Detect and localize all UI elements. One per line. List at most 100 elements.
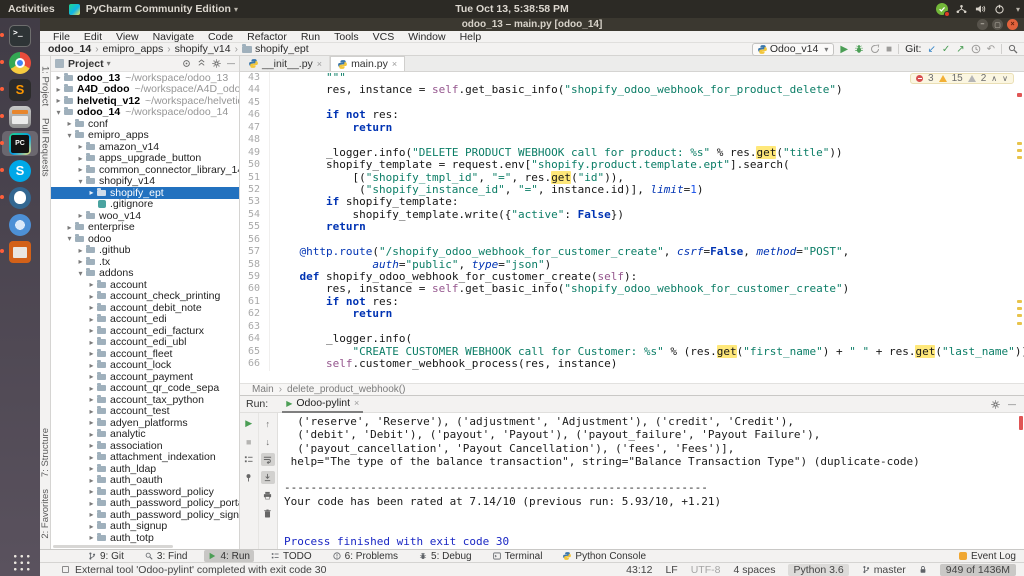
app-menu-button[interactable]: PyCharm Community Edition <box>86 3 231 15</box>
collapse-all-icon[interactable] <box>197 59 206 68</box>
locate-file-icon[interactable] <box>182 59 191 68</box>
breadcrumb-item-odoo-14[interactable]: odoo_14 <box>48 43 91 55</box>
dock-item-libreoffice[interactable] <box>2 239 38 264</box>
tree-item-auth-password-policy-portal[interactable]: ▸auth_password_policy_portal <box>51 498 239 510</box>
tree-item-auth-ldap[interactable]: ▸auth_ldap <box>51 463 239 475</box>
tree-item-auth-password-policy[interactable]: ▸auth_password_policy <box>51 486 239 498</box>
status-lf[interactable]: LF <box>665 564 677 576</box>
breadcrumb-item-shopify-v14[interactable]: shopify_v14 <box>175 43 231 55</box>
status-lock[interactable] <box>919 565 927 574</box>
menu-view[interactable]: View <box>109 31 146 43</box>
toolwindow-button-todo[interactable]: TODO <box>267 550 316 562</box>
inspections-widget[interactable]: 3 15 2 ∧ ∨ <box>910 73 1014 84</box>
toolwindow-button-6-problems[interactable]: 6: Problems <box>329 550 402 562</box>
breadcrumb-item-shopify-ept[interactable]: shopify_ept <box>242 43 309 55</box>
hide-panel-icon[interactable] <box>227 59 235 68</box>
tree-item-gitignore[interactable]: .gitignore <box>51 199 239 211</box>
tree-item-account-lock[interactable]: ▸account_lock <box>51 360 239 372</box>
editor-breadcrumb-item[interactable]: Main <box>252 384 274 395</box>
status-master[interactable]: master <box>862 564 906 576</box>
tree-item-shopify-v14[interactable]: ▾shopify_v14 <box>51 176 239 188</box>
stripe-1-project[interactable]: 1: Project <box>40 66 51 106</box>
close-icon[interactable]: × <box>392 59 397 69</box>
editor-breadcrumb-item[interactable]: delete_product_webhook() <box>287 384 405 395</box>
status-python-3-6[interactable]: Python 3.6 <box>788 564 848 576</box>
stop-button[interactable] <box>242 435 256 448</box>
tree-item-adyen-platforms[interactable]: ▸adyen_platforms <box>51 417 239 429</box>
toolwindow-button-terminal[interactable]: Terminal <box>489 550 547 562</box>
minimize-button[interactable]: – <box>977 19 988 30</box>
code-editor[interactable]: 43 """44 res, instance = self.get_basic_… <box>240 72 1024 383</box>
status-949-of-1436m[interactable]: 949 of 1436M <box>940 564 1016 576</box>
soft-wrap-icon[interactable] <box>261 453 275 466</box>
breadcrumb-item-emipro-apps[interactable]: emipro_apps <box>103 43 164 55</box>
chevron-down-icon[interactable]: ▾ <box>1016 5 1020 14</box>
toolwindow-button-9-git[interactable]: 9: Git <box>84 550 128 562</box>
scroll-to-end-icon[interactable] <box>261 471 275 484</box>
tree-item-association[interactable]: ▸association <box>51 440 239 452</box>
tree-item-analytic[interactable]: ▸analytic <box>51 429 239 441</box>
code-line[interactable]: 66 self.customer_webhook_process(res, in… <box>240 358 1024 370</box>
tree-item-helvetiq-v12[interactable]: ▸helvetiq_v12~/workspace/helvetiq_v12 <box>51 95 239 107</box>
run-tab-odoo-pylint[interactable]: Odoo-pylint × <box>282 396 363 413</box>
close-icon[interactable]: × <box>317 59 322 69</box>
tree-item-account-qr-code-sepa[interactable]: ▸account_qr_code_sepa <box>51 383 239 395</box>
tree-item-woo-v14[interactable]: ▸woo_v14 <box>51 210 239 222</box>
close-icon[interactable]: × <box>354 398 359 408</box>
tree-item-a4d-odoo[interactable]: ▸A4D_odoo~/workspace/A4D_odoo <box>51 84 239 96</box>
tab-init-py[interactable]: __init__.py× <box>242 56 330 71</box>
volume-icon[interactable] <box>975 4 986 14</box>
horizontal-scrollbar[interactable] <box>53 545 173 548</box>
tree-item-odoo[interactable]: ▾odoo <box>51 233 239 245</box>
menu-edit[interactable]: Edit <box>77 31 109 43</box>
tree-item-odoo-14[interactable]: ▾odoo_14~/workspace/odoo_14 <box>51 107 239 119</box>
clock[interactable]: Tue Oct 13, 5:38:58 PM <box>455 3 569 15</box>
tree-item-account-payment[interactable]: ▸account_payment <box>51 371 239 383</box>
tree-item-auth-oauth[interactable]: ▸auth_oauth <box>51 475 239 487</box>
git-commit-button[interactable] <box>942 44 950 55</box>
tree-item-common-connector-library-14[interactable]: ▸common_connector_library_14 <box>51 164 239 176</box>
activities-button[interactable]: Activities <box>8 3 55 15</box>
dock-item-skype[interactable] <box>2 158 38 183</box>
tree-item-addons[interactable]: ▾addons <box>51 268 239 280</box>
dock-item-sublime[interactable] <box>2 77 38 102</box>
tree-item-account-test[interactable]: ▸account_test <box>51 406 239 418</box>
close-button[interactable]: × <box>1007 19 1018 30</box>
menu-tools[interactable]: Tools <box>327 31 366 43</box>
prev-error-icon[interactable]: ∧ <box>991 74 997 83</box>
tree-item-amazon-v14[interactable]: ▸amazon_v14 <box>51 141 239 153</box>
next-error-icon[interactable]: ∨ <box>1002 74 1008 83</box>
clear-all-icon[interactable] <box>261 507 275 520</box>
tree-item-account-fleet[interactable]: ▸account_fleet <box>51 348 239 360</box>
stripe-pull-requests[interactable]: Pull Requests <box>40 118 51 177</box>
code-line[interactable]: 62 return <box>240 308 1024 320</box>
show-applications-button[interactable] <box>11 552 30 571</box>
stripe-2-favorites[interactable]: 2: Favorites <box>40 489 51 539</box>
run-console[interactable]: ('reserve', 'Reserve'), ('adjustment', '… <box>278 413 1024 549</box>
tree-item-auth-password-policy-signup[interactable]: ▸auth_password_policy_signup <box>51 509 239 521</box>
network-icon[interactable] <box>956 4 967 14</box>
toolwindow-button-5-debug[interactable]: 5: Debug <box>415 550 476 562</box>
stop-button[interactable] <box>886 44 892 55</box>
run-button[interactable] <box>840 44 848 55</box>
menu-window[interactable]: Window <box>401 31 452 43</box>
window-title-bar[interactable]: odoo_13 – main.py [odoo_14] – ▢ × <box>40 18 1024 31</box>
tree-item-conf[interactable]: ▸conf <box>51 118 239 130</box>
code-line[interactable]: 44 res, instance = self.get_basic_info("… <box>240 84 1024 96</box>
tree-item-account-debit-note[interactable]: ▸account_debit_note <box>51 302 239 314</box>
gear-icon[interactable] <box>991 400 1000 409</box>
tree-item-odoo-13[interactable]: ▸odoo_13~/workspace/odoo_13 <box>51 72 239 84</box>
tree-item-account-tax-python[interactable]: ▸account_tax_python <box>51 394 239 406</box>
event-log-button[interactable]: Event Log <box>959 551 1016 562</box>
tab-main-py[interactable]: main.py× <box>330 56 405 71</box>
tree-item-account-check-printing[interactable]: ▸account_check_printing <box>51 291 239 303</box>
status-utf-8[interactable]: UTF-8 <box>691 564 721 576</box>
software-update-icon[interactable] <box>936 3 948 15</box>
gear-icon[interactable] <box>212 59 221 68</box>
tree-item-apps-upgrade-button[interactable]: ▸apps_upgrade_button <box>51 153 239 165</box>
maximize-button[interactable]: ▢ <box>992 19 1003 30</box>
tree-item-account-edi-facturx[interactable]: ▸account_edi_facturx <box>51 325 239 337</box>
tree-item-github[interactable]: ▸.github <box>51 245 239 257</box>
dock-item-chromium[interactable] <box>2 212 38 237</box>
history-button[interactable] <box>971 44 981 54</box>
